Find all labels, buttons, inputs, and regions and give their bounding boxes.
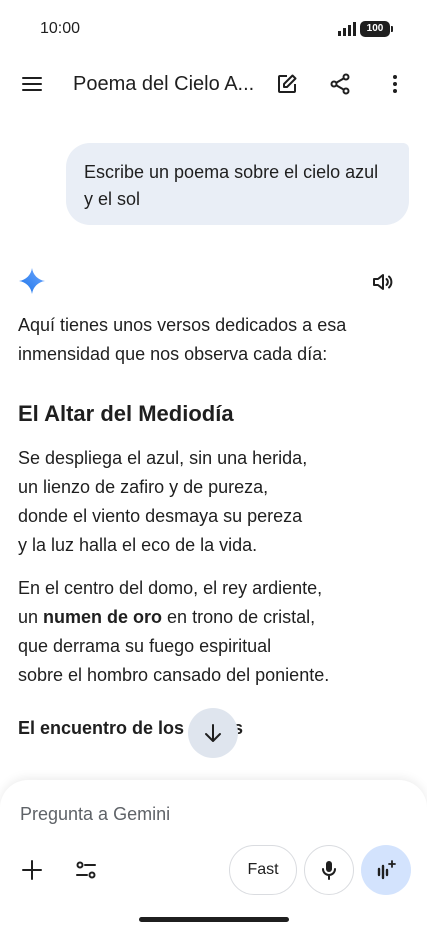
home-indicator[interactable]	[139, 917, 289, 922]
microphone-button[interactable]	[304, 845, 354, 895]
poem-line-part: un	[18, 607, 44, 627]
tools-icon	[76, 861, 96, 879]
input-panel: Fast	[0, 780, 427, 930]
live-button[interactable]	[361, 845, 411, 895]
signal-icon	[338, 22, 356, 36]
battery-icon: 100	[360, 21, 393, 37]
model-mode-button[interactable]: Fast	[229, 845, 297, 895]
more-options-button[interactable]	[375, 64, 415, 104]
poem-line: Se despliega el azul, sin una herida,	[18, 448, 308, 468]
poem-line: y la luz halla el eco de la vida.	[18, 535, 258, 555]
share-icon	[330, 73, 350, 95]
gemini-sparkle-icon	[19, 268, 45, 294]
stanza-1: Se despliega el azul, sin una herida, un…	[18, 444, 408, 560]
user-message-bubble[interactable]: Escribe un poema sobre el cielo azul y e…	[66, 143, 409, 225]
edit-icon	[278, 74, 297, 93]
arrow-down-icon	[205, 724, 221, 742]
conversation-title[interactable]: Poema del Cielo A...	[73, 73, 254, 96]
read-aloud-button[interactable]	[364, 264, 400, 300]
poem-line: En el centro del domo, el rey ardiente,	[18, 578, 323, 598]
battery-level: 100	[366, 23, 384, 34]
menu-button[interactable]	[12, 64, 52, 104]
add-attachment-button[interactable]	[12, 850, 52, 890]
poem-line: donde el viento desmaya su pereza	[18, 506, 303, 526]
gemini-response: Aquí tienes unos versos dedicados a esa …	[18, 311, 408, 743]
poem-line: que derrama su fuego espiritual	[18, 636, 272, 656]
status-time: 10:00	[40, 20, 81, 37]
more-vert-icon	[393, 75, 397, 93]
status-bar: 10:00 100	[0, 0, 427, 60]
share-button[interactable]	[320, 64, 360, 104]
plus-icon	[22, 860, 42, 880]
poem-title: El Altar del Mediodía	[18, 401, 234, 426]
poem-line: un lienzo de zafiro y de pureza,	[18, 477, 269, 497]
speaker-icon	[373, 274, 393, 290]
scroll-to-bottom-button[interactable]	[188, 708, 238, 758]
poem-bold-phrase: numen de oro	[43, 607, 163, 627]
menu-icon	[22, 77, 42, 91]
top-app-bar: Poema del Cielo A...	[0, 60, 427, 110]
prompt-input[interactable]	[20, 804, 400, 825]
response-intro: Aquí tienes unos versos dedicados a esa …	[18, 315, 347, 364]
poem-line: sobre el hombro cansado del poniente.	[18, 665, 330, 685]
live-icon	[377, 860, 396, 880]
new-chat-button[interactable]	[267, 64, 307, 104]
tools-button[interactable]	[66, 850, 106, 890]
poem-line: un numen de oro en trono de cristal,	[18, 603, 408, 632]
stanza-2: En el centro del domo, el rey ardiente, …	[18, 574, 408, 690]
poem-line-part: en trono de cristal,	[162, 607, 316, 627]
mic-icon	[322, 861, 336, 880]
